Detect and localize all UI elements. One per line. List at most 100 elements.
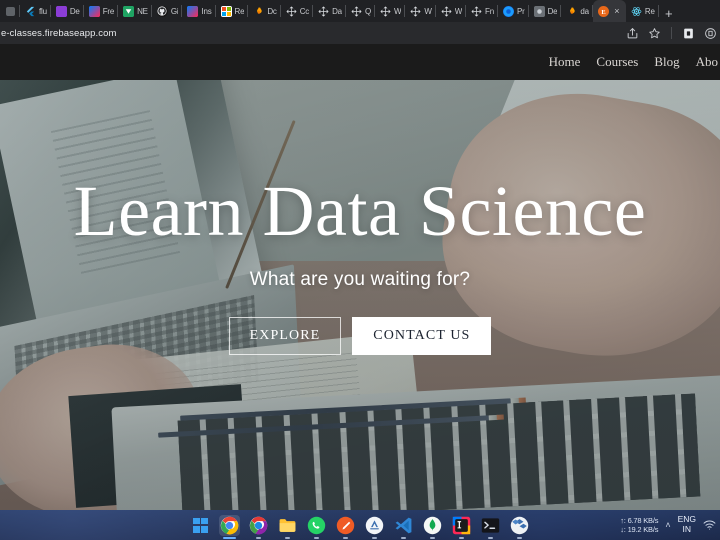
hero-section: Learn Data Science What are you waiting … — [0, 80, 720, 510]
nav-link-courses[interactable]: Courses — [596, 54, 638, 70]
browser-tab[interactable]: NE — [118, 0, 152, 22]
browser-tab[interactable]: W — [436, 0, 467, 22]
new-tab-button[interactable]: + — [659, 4, 679, 22]
site-navbar: Home Courses Blog Abo — [0, 44, 720, 80]
postman-icon[interactable] — [335, 515, 356, 539]
browser-tab[interactable]: Gi — [152, 0, 183, 22]
browser-chrome: flu De Fre NE Gi Ins Re Dc Cc Da Q W W W Fn Pr De da E × Re +… — [0, 0, 720, 44]
browser-tab[interactable]: De — [529, 0, 562, 22]
nav-link-blog[interactable]: Blog — [654, 54, 679, 70]
site-nav-links: Home Courses Blog Abo — [549, 54, 720, 70]
browser-tab[interactable]: E × — [592, 0, 626, 22]
upload-arrow: ↑: — [620, 515, 626, 525]
download-speed-row: ↓: 19.2 KB/s — [620, 525, 658, 534]
diamond-icon — [471, 6, 482, 17]
close-icon[interactable]: × — [612, 6, 622, 16]
taskbar-icon-group — [190, 510, 530, 540]
show-hidden-icons-chevron-icon[interactable]: ˄ — [665, 520, 670, 530]
tab-title: Re — [644, 6, 655, 16]
network-speed-indicator[interactable]: ↑: 6.78 KB/s ↓: 19.2 KB/s — [620, 516, 658, 535]
intellij-icon — [88, 5, 100, 17]
language-line2: IN — [682, 524, 692, 534]
install-app-icon[interactable] — [682, 27, 695, 40]
whatsapp-icon[interactable] — [306, 515, 327, 539]
browser-tab[interactable] — [0, 0, 20, 22]
browser-tab[interactable]: De — [51, 0, 84, 22]
tab-title: Da — [332, 6, 342, 16]
appstore-icon[interactable] — [364, 515, 385, 539]
browser-tab[interactable]: flu — [20, 0, 51, 22]
tab-title: Ins — [201, 6, 212, 16]
language-indicator[interactable]: ENG IN — [678, 514, 696, 535]
explore-button[interactable]: EXPLORE — [228, 317, 342, 355]
tab-title: Gi — [170, 6, 179, 16]
tab-title: Re — [234, 6, 245, 16]
extensions-icon[interactable] — [704, 27, 717, 40]
star-icon[interactable] — [648, 27, 661, 40]
upload-speed: 6.78 KB/s — [627, 515, 659, 525]
share-icon[interactable] — [626, 27, 639, 40]
blue-circle-icon — [502, 5, 514, 17]
omnibox-bar: e-classes.firebaseapp.com — [0, 22, 720, 44]
terminal-icon[interactable] — [480, 515, 501, 539]
tab-title: W — [454, 6, 463, 16]
tab-title: Dc — [267, 6, 277, 16]
browser-tab[interactable]: Ins — [182, 0, 216, 22]
react-icon — [631, 6, 642, 17]
browser-tab[interactable]: Re — [626, 0, 659, 22]
tab-title: flu — [39, 6, 47, 16]
mongodb-icon[interactable] — [422, 515, 443, 539]
vscode-icon[interactable] — [393, 515, 414, 539]
diamond-icon — [410, 6, 421, 17]
partial-tab-icon — [5, 6, 16, 17]
nav-link-abo[interactable]: Abo — [696, 54, 718, 70]
diamond-icon — [318, 6, 329, 17]
windows-taskbar: ↑: 6.78 KB/s ↓: 19.2 KB/s ˄ ENG IN — [0, 510, 720, 540]
firebase-icon — [566, 6, 577, 17]
wifi-icon[interactable] — [703, 519, 716, 531]
hero-content: Learn Data Science What are you waiting … — [0, 80, 720, 510]
download-arrow: ↓: — [620, 525, 626, 534]
system-tray: ↑: 6.78 KB/s ↓: 19.2 KB/s ˄ ENG IN — [620, 510, 716, 540]
tab-title: Cc — [299, 6, 310, 16]
microsoft-icon — [220, 5, 232, 17]
browser-tab[interactable]: Re — [216, 0, 249, 22]
browser-tab[interactable]: Dc — [248, 0, 282, 22]
dropbox-icon[interactable] — [509, 515, 530, 539]
tab-title: Pr — [516, 6, 525, 16]
download-speed: 19.2 KB/s — [627, 525, 659, 534]
github-icon — [156, 5, 168, 17]
browser-tab[interactable]: Fre — [84, 0, 119, 22]
browser-tab[interactable]: Fn — [466, 0, 498, 22]
browser-tab[interactable]: Q — [346, 0, 375, 22]
diamond-icon — [286, 6, 297, 17]
gray-square-icon — [533, 5, 545, 17]
ember-icon: E — [597, 5, 609, 17]
url-text[interactable]: e-classes.firebaseapp.com — [0, 28, 117, 39]
codepen-icon — [253, 6, 264, 17]
browser-tab[interactable]: W — [405, 0, 437, 22]
chrome-canary-icon[interactable] — [248, 515, 269, 539]
vue-icon — [123, 5, 135, 17]
omnibox-actions — [626, 22, 717, 44]
hero-subtitle: What are you waiting for? — [249, 269, 471, 290]
start-button[interactable] — [190, 515, 211, 536]
chrome-icon[interactable] — [219, 514, 240, 539]
contact-us-button[interactable]: CONTACT US — [352, 317, 492, 355]
flutter-icon — [25, 6, 36, 17]
tab-title: W — [393, 6, 402, 16]
browser-tab[interactable]: Cc — [281, 0, 314, 22]
intellij-icon[interactable] — [451, 515, 472, 539]
diamond-icon — [351, 6, 362, 17]
browser-tab[interactable]: W — [375, 0, 406, 22]
tab-title: Fre — [102, 6, 115, 16]
diamond-icon — [380, 6, 391, 17]
browser-tab[interactable]: Da — [313, 0, 346, 22]
browser-tab[interactable]: Pr — [498, 0, 529, 22]
diamond-icon — [441, 6, 452, 17]
svg-text:E: E — [601, 8, 605, 15]
nav-link-home[interactable]: Home — [549, 54, 581, 70]
file-explorer-icon[interactable] — [277, 515, 298, 539]
tab-title: NE — [137, 6, 148, 16]
browser-tab[interactable]: da — [561, 0, 593, 22]
